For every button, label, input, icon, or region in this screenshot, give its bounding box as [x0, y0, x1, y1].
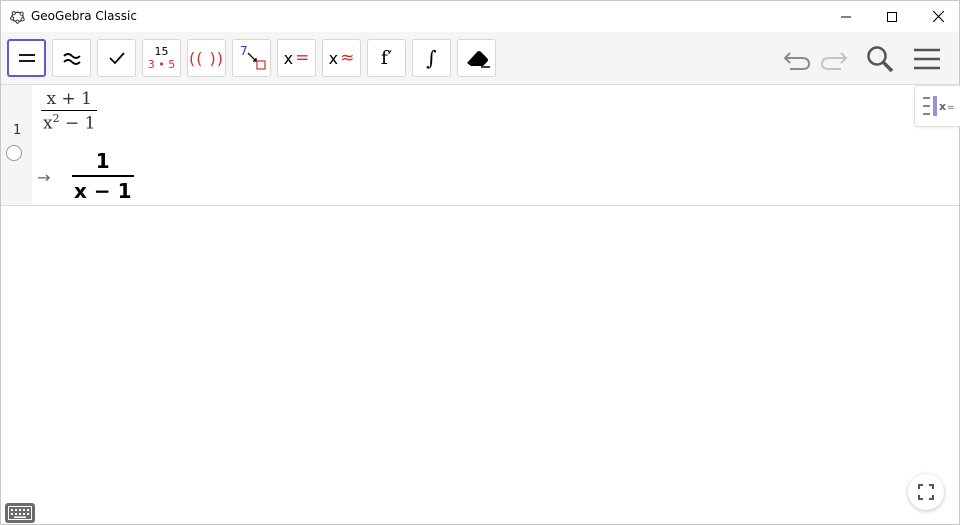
derivative-tool-button[interactable]: f′ — [367, 39, 406, 77]
virtual-keyboard-button[interactable] — [5, 503, 35, 523]
keyboard-icon — [8, 506, 32, 520]
input-numerator: x + 1 — [46, 89, 92, 109]
checkmark-icon — [108, 52, 125, 65]
undo-button[interactable] — [780, 42, 814, 76]
eraser-icon — [466, 51, 490, 68]
hamburger-menu-icon — [914, 48, 940, 70]
input-denominator-exponent: 2 — [52, 112, 60, 125]
close-button[interactable] — [915, 1, 960, 32]
expand-tool-button[interactable]: (( )) — [187, 39, 226, 77]
output-denominator: x − 1 — [74, 178, 132, 203]
integral-tool-label: ∫ — [426, 46, 437, 70]
cas-toolbar: 15 3 • 5 (( )) 7 x = x ≈ f′ ∫ — [1, 32, 959, 85]
minimize-button[interactable] — [823, 1, 869, 32]
integral-tool-button[interactable]: ∫ — [412, 39, 451, 77]
delete-tool-button[interactable] — [457, 39, 496, 77]
redo-icon — [820, 52, 848, 70]
solve-tool-button[interactable]: x = — [277, 39, 316, 77]
solve-numerically-tool-op: ≈ — [340, 48, 355, 68]
maximize-button[interactable] — [869, 1, 915, 32]
solve-numerically-tool-button[interactable]: x ≈ — [322, 39, 361, 77]
solve-tool-op: = — [295, 48, 310, 68]
maximize-icon — [887, 11, 897, 22]
output-numerator: 1 — [95, 149, 110, 173]
equals-icon — [18, 54, 35, 62]
redo-button[interactable] — [817, 42, 851, 76]
search-icon — [867, 46, 894, 73]
window-title: GeoGebra Classic — [31, 9, 137, 23]
solve-numerically-tool-x: x — [328, 48, 339, 68]
main-menu-button[interactable] — [910, 42, 944, 76]
fullscreen-button[interactable] — [908, 474, 944, 510]
fullscreen-icon — [918, 484, 934, 500]
factor-tool-top: 15 — [154, 45, 169, 58]
factor-tool-button[interactable]: 15 3 • 5 — [142, 39, 181, 77]
substitute-icon: 7 — [240, 44, 266, 70]
approx-icon — [62, 53, 81, 65]
substitute-tool-button[interactable]: 7 — [232, 39, 271, 77]
factor-tool-bottom: 3 • 5 — [147, 58, 176, 71]
numeric-tool-button[interactable] — [52, 39, 91, 77]
derivative-tool-label: f′ — [380, 47, 393, 69]
solve-tool-x: x — [283, 48, 294, 68]
result-arrow: → — [37, 168, 51, 187]
algebra-panel-toggle[interactable]: x = — [914, 85, 960, 127]
minimize-icon — [841, 16, 851, 17]
cas-output-expression: 1 x − 1 — [72, 149, 134, 203]
evaluate-tool-button[interactable] — [7, 39, 46, 77]
input-denominator-rest: − 1 — [59, 113, 96, 134]
algebra-view-icon: x = — [922, 96, 954, 116]
keep-input-tool-button[interactable] — [97, 39, 136, 77]
geogebra-logo-icon — [10, 11, 25, 24]
app-window: GeoGebra Classic 15 3 • 5 (( )) 7 x = x … — [0, 0, 960, 525]
input-denominator: x2 − 1 — [41, 111, 97, 134]
cas-input-expression[interactable]: x + 1 x2 − 1 — [41, 89, 98, 134]
svg-text:x: x — [939, 100, 946, 113]
search-button[interactable] — [863, 42, 897, 76]
svg-text:=: = — [947, 103, 954, 113]
undo-icon — [783, 52, 811, 70]
row-number: 1 — [13, 123, 22, 138]
row-gutter: 1 — [1, 85, 32, 205]
title-bar: GeoGebra Classic — [1, 1, 959, 32]
substitute-tool-label: 7 — [240, 44, 248, 58]
cas-row[interactable]: 1 x + 1 x2 − 1 → 1 x − 1 — [1, 85, 959, 206]
input-denominator-base: x — [43, 113, 53, 134]
expand-tool-label: (( )) — [188, 48, 225, 68]
row-visibility-toggle[interactable] — [6, 145, 22, 161]
close-icon — [932, 11, 944, 22]
